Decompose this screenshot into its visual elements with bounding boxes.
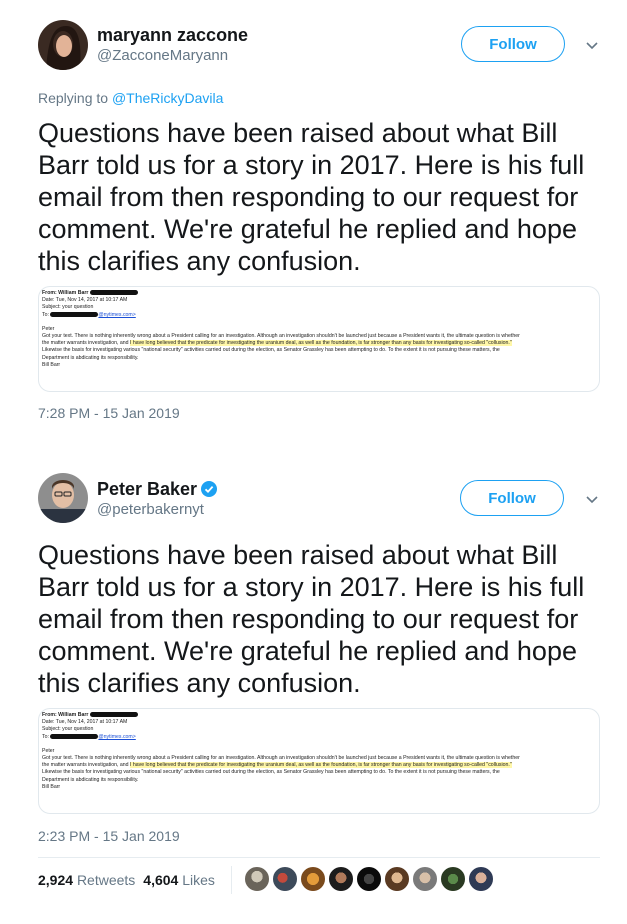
liker-avatar[interactable] [468,866,494,892]
replying-prefix: Replying to [38,90,112,106]
email-subject: Subject: your question [42,726,94,733]
email-date: Date: Tue, Nov 14, 2017 at 10:17 AM [42,297,128,304]
redaction-bar [50,311,99,317]
retweets-label: Retweets [76,872,136,888]
tweet-timestamp[interactable]: 2:23 PM - 15 Jan 2019 [38,828,180,844]
email-date: Date: Tue, Nov 14, 2017 at 10:17 AM [42,719,128,726]
liker-avatar[interactable] [356,866,382,892]
email-screenshot[interactable]: From: William Barr Date: Tue, Nov 14, 20… [38,708,600,814]
email-line: Got your text. There is nothing inherent… [42,333,520,340]
email-line: Department is abdicating its responsibil… [42,354,139,361]
liker-avatar[interactable] [328,866,354,892]
email-line: the matter warrants investigation, and [42,762,130,769]
liker-avatar[interactable] [384,866,410,892]
redaction-bar [89,712,138,718]
email-content: From: William Barr Date: Tue, Nov 14, 20… [42,712,599,791]
chevron-down-icon[interactable] [585,492,599,506]
email-subject: Subject: your question [42,304,94,311]
likes-stat[interactable]: 4,604 Likes [143,872,215,888]
likes-count: 4,604 [143,872,179,888]
email-from: From: William Barr [42,290,89,296]
email-line: Got your text. There is nothing inherent… [42,755,520,762]
email-greeting: Peter [42,325,55,332]
tweet-text: Questions have been raised about what Bi… [38,118,585,276]
follow-button[interactable]: Follow [460,480,564,516]
email-highlight: I have long believed that the predicate … [129,340,512,347]
email-greeting: Peter [42,747,55,754]
stats-separator [231,866,232,894]
retweets-count: 2,924 [38,872,74,888]
liker-avatar[interactable] [440,866,466,892]
liker-avatars [244,866,496,892]
email-to: To: [42,733,49,740]
email-line: Likewise the basis for investigating var… [42,769,500,776]
verified-badge-icon [201,481,218,497]
email-line: the matter warrants investigation, and [42,340,130,347]
tweet-timestamp[interactable]: 7:28 PM - 15 Jan 2019 [38,405,180,421]
email-from: From: William Barr [42,712,89,718]
retweets-stat[interactable]: 2,924 Retweets [38,872,135,888]
likes-label: Likes [182,872,215,888]
liker-avatar[interactable] [300,866,326,892]
email-address-link: @nytimes.com> [98,311,136,318]
email-line: Department is abdicating its responsibil… [42,776,139,783]
divider [38,857,600,858]
display-name[interactable]: maryann zaccone [97,25,248,46]
follow-button[interactable]: Follow [461,26,565,62]
engagement-stats: 2,924 Retweets 4,604 Likes [38,872,223,888]
replying-to: Replying to @TheRickyDavila [38,90,223,106]
avatar[interactable] [38,20,88,70]
email-screenshot[interactable]: From: William Barr Date: Tue, Nov 14, 20… [38,286,600,392]
user-handle[interactable]: @ZacconeMaryann [97,47,228,64]
liker-avatar[interactable] [412,866,438,892]
display-name-text: Peter Baker [97,479,198,499]
liker-avatar[interactable] [244,866,270,892]
email-to: To: [42,311,49,318]
email-highlight: I have long believed that the predicate … [129,762,512,769]
redaction-bar [50,733,99,739]
email-content: From: William Barr Date: Tue, Nov 14, 20… [42,290,599,369]
user-handle[interactable]: @peterbakernyt [97,501,204,518]
chevron-down-icon[interactable] [585,38,599,52]
email-signoff: Bill Barr [42,361,61,368]
email-address-link: @nytimes.com> [98,733,136,740]
tweet-text: Questions have been raised about what Bi… [38,540,585,698]
avatar[interactable] [38,473,88,523]
email-line: Likewise the basis for investigating var… [42,347,500,354]
redaction-bar [89,290,138,296]
reply-mention-link[interactable]: @TheRickyDavila [112,90,223,106]
display-name[interactable]: Peter Baker [97,479,218,500]
liker-avatar[interactable] [272,866,298,892]
email-signoff: Bill Barr [42,783,61,790]
